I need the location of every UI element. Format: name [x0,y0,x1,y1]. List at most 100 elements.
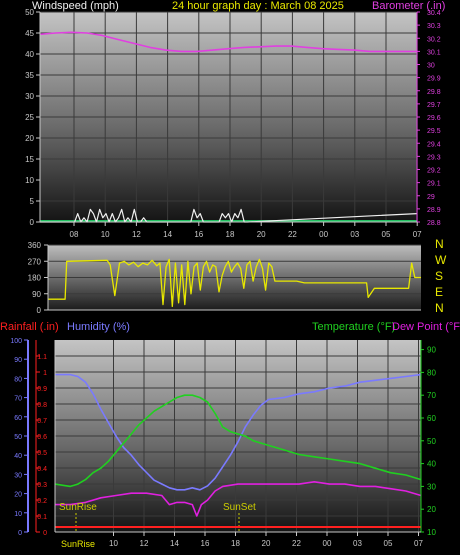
baro-tick-label: 29.5 [427,128,441,135]
humidity-label: Humidity (%) [67,321,130,333]
time-tick-label: 03 [350,230,359,239]
time-tick-label: 10 [109,539,118,548]
sunrise-axis-label: SunRise [61,539,96,549]
wind-tick-label: 10 [25,176,34,185]
rain-tick-label: 0.6 [37,434,47,441]
baro-tick-label: 29.4 [427,141,441,148]
time-tick-label: 10 [101,230,110,239]
time-tick-label: 08 [70,230,79,239]
weather-graph: 0510152025303540455028.828.92929.129.229… [10,8,441,548]
wind-tick-label: 25 [25,113,34,122]
barometer-label: Barometer (.in) [372,0,446,12]
temp-tick-label: 70 [427,391,436,400]
baro-tick-label: 29.8 [427,89,441,96]
rain-tick-label: 0.3 [37,482,47,489]
wind-tick-label: 30 [25,92,34,101]
time-tick-label: 05 [382,230,391,239]
baro-tick-label: 30.3 [427,23,441,30]
time-tick-label: 16 [201,539,210,548]
time-tick-label: 14 [163,230,172,239]
temp-tick-label: 50 [427,437,436,446]
baro-tick-label: 29.2 [427,168,441,175]
temperature-label: Temperature (°F) [312,321,396,333]
wind-tick-label: 20 [25,134,34,143]
compass-n-top: N [435,237,444,251]
wind-tick-label: 35 [25,71,34,80]
time-tick-label: 22 [288,230,297,239]
rain-tick-label: 0.7 [37,418,47,425]
rain-tick-label: 0 [43,530,47,537]
baro-tick-label: 28.8 [427,220,441,227]
humidity-tick-label: 70 [14,396,22,403]
humidity-tick-label: 20 [14,492,22,499]
baro-tick-label: 29.1 [427,181,441,188]
rain-tick-label: 0.2 [37,498,47,505]
wind-tick-label: 40 [25,50,34,59]
wind-tick-label: 15 [25,155,34,164]
humidity-tick-label: 0 [18,530,22,537]
baro-tick-label: 29.9 [427,76,441,83]
rain-tick-label: 1.1 [37,354,47,361]
compass-s: S [435,269,444,283]
wind-direction-ticks: 0 90 180 270 360 [28,241,48,315]
temp-tick-label: 40 [427,460,436,469]
time-tick-label: 00 [319,230,328,239]
windspeed-label: Windspeed (mph) [32,0,119,12]
time-tick-label: 05 [384,539,393,548]
temp-tick-label: 10 [427,528,436,537]
time-tick-label: 20 [257,230,266,239]
temp-tick-label: 60 [427,414,436,423]
sunrise-label: SunRise [59,502,97,513]
rainfall-label: Rainfall (.in) [0,321,59,333]
compass-n-bottom: N [435,301,444,315]
time-tick-label: 18 [231,539,240,548]
humidity-tick-label: 10 [14,511,22,518]
baro-tick-label: 30 [427,63,435,70]
rain-tick-label: 0.9 [37,386,47,393]
baro-tick-label: 29.7 [427,102,441,109]
time-tick-label: 12 [140,539,149,548]
wind-tick-label: 5 [30,197,35,206]
wind-tick-label: 45 [25,29,34,38]
baro-tick-label: 30.1 [427,49,441,56]
time-tick-label: 07 [414,539,423,548]
direction-tick-label: 180 [28,274,42,283]
direction-tick-label: 360 [28,241,42,250]
rain-tick-label: 0.8 [37,402,47,409]
direction-tick-label: 0 [37,306,42,315]
humidity-tick-label: 50 [14,434,22,441]
baro-tick-label: 29 [427,194,435,201]
humidity-tick-label: 60 [14,415,22,422]
humidity-tick-label: 30 [14,472,22,479]
direction-tick-label: 270 [28,257,42,266]
temp-tick-label: 30 [427,482,436,491]
time-tick-label: 20 [262,539,271,548]
time-tick-label: 03 [353,539,362,548]
time-tick-label: 00 [323,539,332,548]
rain-tick-label: 1 [43,370,47,377]
humidity-tick-label: 40 [14,453,22,460]
humidity-tick-label: 80 [14,376,22,383]
rain-tick-label: 0.1 [37,514,47,521]
time-tick-label: 22 [292,539,301,548]
time-tick-label: 16 [194,230,203,239]
temp-tick-label: 20 [427,505,436,514]
time-tick-label: 14 [170,539,179,548]
baro-tick-label: 30.2 [427,36,441,43]
compass-e: E [435,285,444,299]
time-tick-label: 07 [413,230,422,239]
humidity-tick-label: 90 [14,357,22,364]
rain-tick-label: 0.4 [37,466,47,473]
compass-w: W [435,253,447,267]
baro-tick-label: 29.6 [427,115,441,122]
dewpoint-label: Dew Point (°F) [392,321,460,333]
time-tick-label: 12 [132,230,141,239]
direction-tick-label: 90 [32,290,41,299]
baro-tick-label: 29.3 [427,154,441,161]
sunset-label: SunSet [223,502,256,513]
humidity-tick-label: 100 [10,338,22,345]
baro-tick-label: 28.9 [427,207,441,214]
temp-tick-label: 90 [427,346,436,355]
rain-tick-label: 0.5 [37,450,47,457]
wind-tick-label: 0 [30,218,35,227]
